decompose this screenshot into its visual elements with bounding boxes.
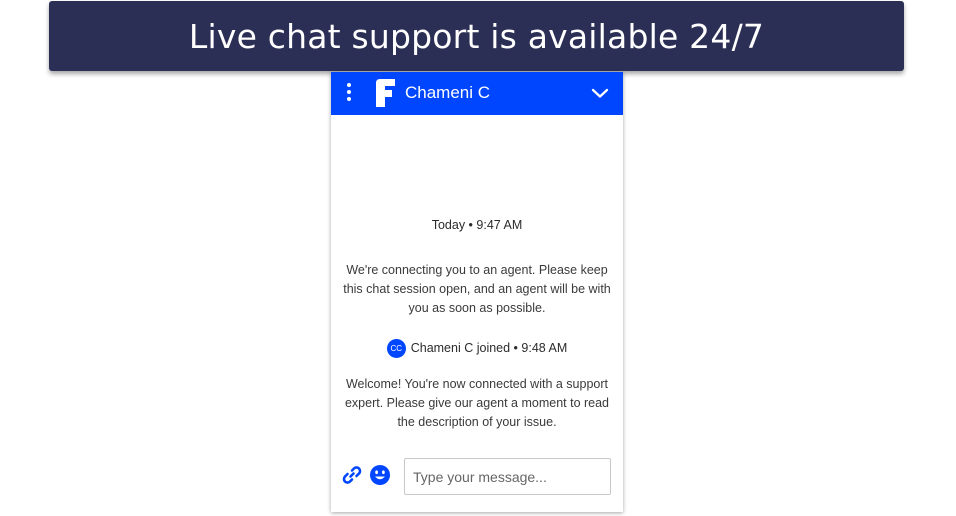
menu-button[interactable]	[343, 82, 355, 104]
avatar: CC	[386, 338, 406, 358]
message-line: expert. Please give our agent a moment t…	[344, 396, 610, 410]
message-line: the description of your issue.	[397, 415, 557, 429]
kebab-menu-icon	[347, 83, 351, 87]
caption-banner: Live chat support is available 24/7	[49, 1, 904, 71]
brand-logo-icon	[376, 79, 395, 107]
chat-header: Chameni C	[331, 72, 623, 115]
banner-title: Live chat support is available 24/7	[188, 16, 765, 56]
joined-text: Chameni C joined • 9:48 AM	[410, 341, 568, 355]
smiley-icon[interactable]	[369, 464, 391, 486]
kebab-menu-icon-dot	[347, 97, 351, 101]
chevron-down-icon[interactable]	[590, 83, 610, 103]
message-line: Welcome! You're now connected with a sup…	[345, 377, 609, 391]
message-line: We're connecting you to an agent. Please…	[346, 263, 608, 277]
agent-joined-event: CC Chameni C joined • 9:48 AM	[331, 338, 623, 358]
message-input[interactable]	[404, 458, 611, 495]
message-line: this chat session open, and an agent wil…	[343, 282, 611, 296]
timestamp: Today • 9:47 AM	[431, 218, 523, 232]
chat-widget: Chameni C Today • 9:47 AM We're connecti…	[331, 72, 623, 512]
kebab-menu-icon-dot	[347, 90, 351, 94]
agent-name: Chameni C	[405, 83, 491, 102]
welcome-message: Welcome! You're now connected with a sup…	[331, 375, 623, 432]
paperclip-icon[interactable]	[341, 464, 363, 486]
system-message: We're connecting you to an agent. Please…	[331, 261, 623, 318]
message-line: you as soon as possible.	[408, 301, 546, 315]
